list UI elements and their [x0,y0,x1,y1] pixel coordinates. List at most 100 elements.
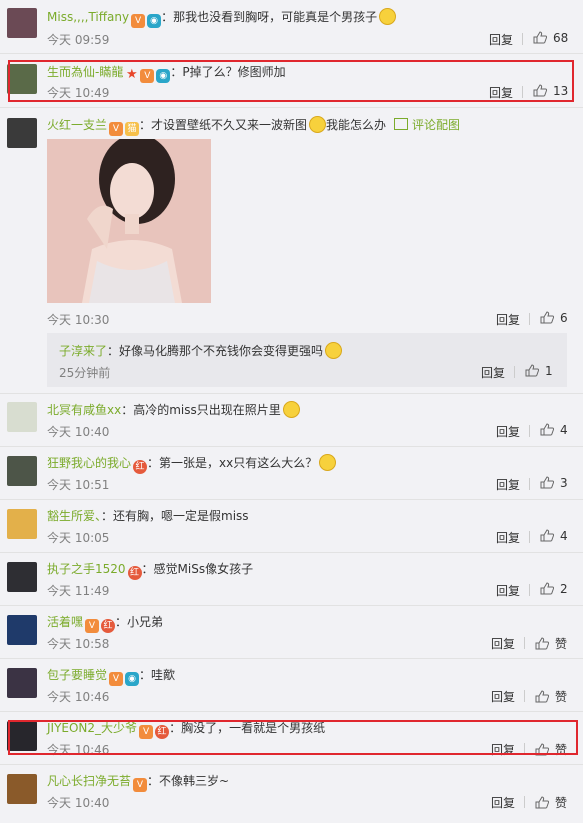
avatar[interactable] [7,509,37,539]
like-button[interactable]: 赞 [535,635,567,652]
timestamp: 今天 10:30 [47,313,110,327]
divider [529,584,530,596]
emoji-icon [319,454,337,471]
red-badge-icon: 红 [133,460,148,474]
like-button[interactable]: 4 [540,423,568,437]
avatar[interactable] [7,402,37,432]
reply-button[interactable]: 回复 [491,635,515,652]
thumbs-up-icon [535,637,550,650]
like-button[interactable]: 赞 [535,688,567,705]
thumbs-up-icon [535,690,550,703]
divider [524,690,525,702]
avatar[interactable] [7,562,37,592]
camera-badge-icon: ◉ [147,14,162,28]
comment-text: ：还有胸，嗯一定是假miss [101,509,249,523]
thumbs-up-icon [540,582,555,595]
username-link[interactable]: 凡心长扫净无苔 [47,774,131,788]
reply-button[interactable]: 回复 [481,364,505,381]
comment-image-link[interactable]: 评论配图 [412,118,460,132]
reply-button[interactable]: 回复 [496,423,520,440]
comment-text: ：哇歒 [139,668,176,682]
comment-text: ：不像韩三岁~ [147,774,230,788]
divider [529,313,530,325]
vip-badge-icon: V [131,14,146,28]
reply-button[interactable]: 回复 [496,311,520,328]
avatar[interactable] [7,8,37,38]
like-button[interactable]: 4 [540,529,568,543]
divider [514,366,515,378]
username-link[interactable]: 狂野我心的我心 [47,456,131,470]
emoji-icon [282,401,300,418]
divider [529,478,530,490]
comment-item: Miss,,,,Tiffany V ◉ ：那我也没看到胸呀，可能真是个男孩子 今天 0… [0,0,583,54]
timestamp: 今天 10:40 [47,796,110,810]
username-link[interactable]: 活着嘿 [47,615,83,629]
sub-reply: 子淳来了：好像马化腾那个不充钱你会变得更强吗 25分钟前 回复 1 [47,333,567,387]
comment-item: 凡心长扫净无苔 V ：不像韩三岁~ 今天 10:40 回复 赞 [0,765,583,823]
timestamp: 今天 10:58 [47,637,110,651]
reply-button[interactable]: 回复 [496,582,520,599]
thumbs-up-icon [540,529,555,542]
comment-text: ：小兄弟 [115,615,164,629]
comment-item: 执子之手1520 红：感觉MiSs像女孩子 今天 11:49 回复 2 [0,553,583,606]
vip-badge-icon: V [109,122,124,136]
thumbs-up-icon [540,311,555,324]
username-link[interactable]: Miss,,,,Tiffany [47,10,129,24]
like-button[interactable]: 赞 [535,794,567,811]
comment-text-cont: 我能怎么办 [326,118,387,132]
avatar[interactable] [7,615,37,645]
comment-text: ：感觉MiSs像女孩子 [141,562,254,576]
timestamp: 今天 10:46 [47,690,110,704]
vip-badge-icon: V [85,619,100,633]
timestamp: 25分钟前 [59,366,111,380]
like-button[interactable]: 2 [540,582,568,596]
divider [522,33,523,45]
comment-text: ：才设置壁纸不久又来一波新图 [139,118,308,132]
like-count: 68 [553,31,569,45]
username-link[interactable]: 包子要睡觉 [47,668,107,682]
divider [524,796,525,808]
like-count: 3 [560,476,568,490]
like-count: 2 [560,582,568,596]
like-button[interactable]: 1 [525,364,553,378]
username-link[interactable]: 火红一支兰 [47,118,107,132]
reply-button[interactable]: 回复 [489,31,513,48]
timestamp: 今天 10:51 [47,478,110,492]
comment-item: 北冥有咸鱼xx：高冷的miss只出现在照片里 今天 10:40 回复 4 [0,394,583,447]
emoji-icon [309,116,327,133]
thumbs-up-icon [540,476,555,489]
divider [524,637,525,649]
reply-button[interactable]: 回复 [496,476,520,493]
reply-button[interactable]: 回复 [491,688,515,705]
timestamp: 今天 09:59 [47,33,110,47]
vip-badge-icon: V [133,778,148,792]
avatar[interactable] [7,774,37,804]
like-count: 4 [560,423,568,437]
highlight-box [8,60,574,102]
username-link[interactable]: 子淳来了 [59,344,107,358]
image-icon [394,118,409,130]
like-button[interactable]: 3 [540,476,568,490]
camera-badge-icon: ◉ [125,672,140,686]
comment-item: 包子要睡觉 V ◉ ：哇歒 今天 10:46 回复 赞 [0,659,583,712]
highlight-box [8,720,578,755]
divider [529,531,530,543]
comment-text: ：好像马化腾那个不充钱你会变得更强吗 [107,344,324,358]
like-count: 1 [545,364,553,378]
avatar[interactable] [7,668,37,698]
username-link[interactable]: 豁生所爱、 [47,509,101,523]
username-link[interactable]: 北冥有咸鱼xx [47,403,121,417]
comment-item: 狂野我心的我心红：第一张是，xx只有这么大么？ 今天 10:51 回复 3 [0,447,583,500]
like-button[interactable]: 68 [533,31,568,45]
like-button[interactable]: 6 [540,311,568,325]
username-link[interactable]: 执子之手1520 [47,562,126,576]
emoji-icon [379,8,397,25]
comment-item: 活着嘿 V 红：小兄弟 今天 10:58 回复 赞 [0,606,583,659]
avatar[interactable] [7,456,37,486]
comment-text: ：那我也没看到胸呀，可能真是个男孩子 [161,10,378,24]
avatar[interactable] [7,118,37,148]
reply-button[interactable]: 回复 [491,794,515,811]
reply-button[interactable]: 回复 [496,529,520,546]
emoji-icon [325,342,343,359]
comment-photo[interactable] [47,139,211,303]
